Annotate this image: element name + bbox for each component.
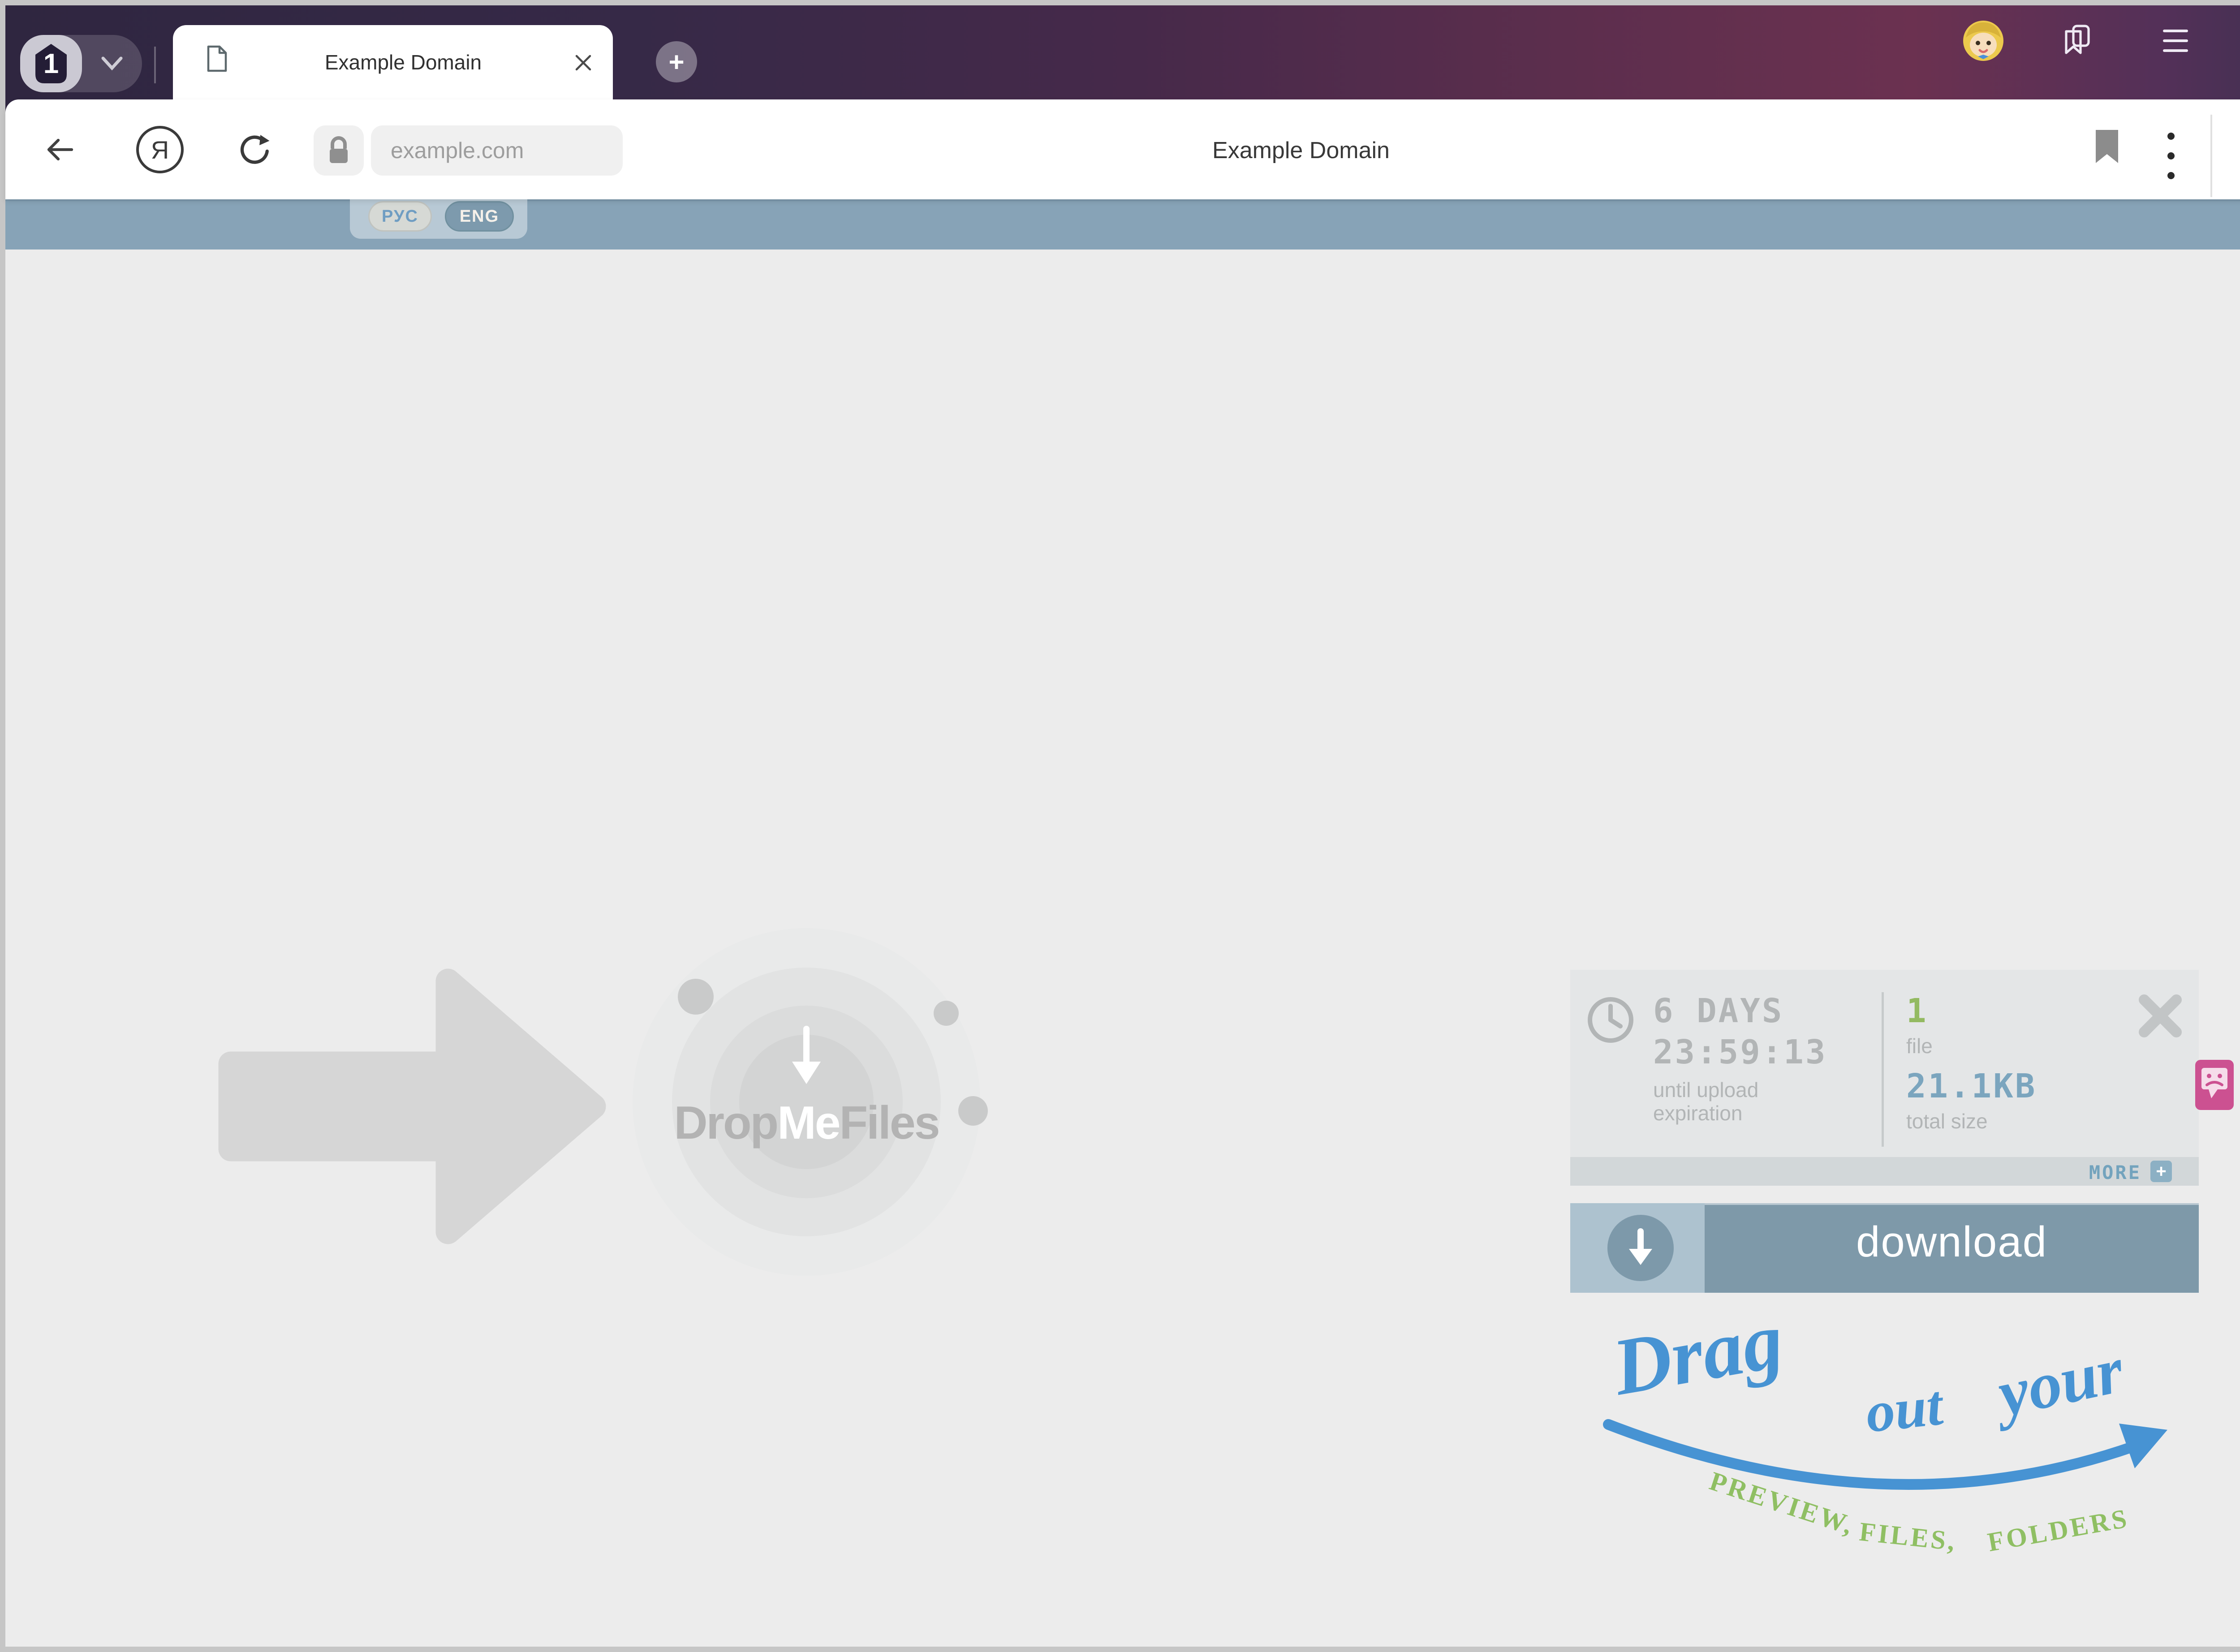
address-bar[interactable]: example.com <box>371 125 623 176</box>
lang-rus-button[interactable]: РУС <box>368 201 432 232</box>
more-options-icon[interactable] <box>2167 133 2175 140</box>
tabbar-separator <box>154 47 156 83</box>
report-abuse-button[interactable] <box>2195 1060 2234 1110</box>
upload-arrow-icon <box>788 1026 824 1088</box>
menu-icon[interactable] <box>2163 49 2188 52</box>
logo-dot <box>934 1001 959 1026</box>
drag-arrow-graphic <box>211 950 614 1263</box>
logo-dot <box>958 1096 988 1126</box>
logo-part-drop: Drop <box>674 1097 777 1149</box>
logo-dot <box>678 979 714 1015</box>
expiry-caption-line2: expiration <box>1653 1101 1742 1125</box>
dropmefiles-logo: DropMeFiles <box>654 1097 959 1150</box>
file-count-label: file <box>1906 1034 1933 1058</box>
file-count: 1 <box>1906 992 1928 1030</box>
bookmark-icon[interactable] <box>2095 129 2119 164</box>
yandex-glyph: Я <box>151 135 169 164</box>
lang-eng-button[interactable]: ENG <box>445 201 514 232</box>
tab-close-icon[interactable] <box>573 52 594 73</box>
more-options-icon[interactable] <box>2167 172 2175 179</box>
more-label[interactable]: MORE <box>2043 1161 2141 1184</box>
sidebar-panels-icon[interactable] <box>2063 23 2091 56</box>
tab-title: Example Domain <box>251 50 556 74</box>
browser-window: 1 Example Domain + Я <box>0 0 2240 1652</box>
page-title: Example Domain <box>1077 137 1525 164</box>
menu-icon[interactable] <box>2163 30 2188 32</box>
logo-part-files: Files <box>840 1097 939 1149</box>
clock-icon <box>1586 995 1635 1045</box>
download-arrow-icon <box>1627 1228 1654 1269</box>
download-label: download <box>1705 1217 2199 1267</box>
yandex-browser-icon[interactable]: Я <box>136 126 184 173</box>
expiry-caption-line1: until upload <box>1653 1078 1758 1102</box>
lock-icon <box>325 135 352 166</box>
menu-icon[interactable] <box>2163 39 2188 42</box>
more-plus-button[interactable]: + <box>2150 1161 2172 1182</box>
profile-avatar[interactable] <box>1962 20 2004 62</box>
new-tab-button[interactable]: + <box>656 41 697 82</box>
sad-face-bubble-icon <box>2201 1067 2228 1104</box>
toolbar-divider <box>2210 115 2212 197</box>
expiry-days: 6 DAYS <box>1653 992 1783 1030</box>
logo-part-me: Me <box>777 1097 839 1149</box>
expiry-countdown: 23:59:13 <box>1653 1033 1827 1071</box>
panel-close-icon[interactable] <box>2136 992 2184 1040</box>
more-options-icon[interactable] <box>2167 152 2175 159</box>
url-text: example.com <box>371 125 623 176</box>
chevron-down-icon[interactable] <box>99 55 125 73</box>
back-icon[interactable] <box>43 133 76 166</box>
total-size-value: 21.1KB <box>1906 1067 2037 1106</box>
site-security-button[interactable] <box>314 125 364 176</box>
download-circle[interactable] <box>1607 1215 1674 1281</box>
tab-count: 1 <box>32 43 70 84</box>
page-header-band <box>5 199 2240 250</box>
reload-icon[interactable] <box>237 131 274 168</box>
panel-divider <box>1882 992 1884 1147</box>
page-favicon-icon <box>206 45 228 73</box>
total-size-label: total size <box>1906 1109 1988 1133</box>
